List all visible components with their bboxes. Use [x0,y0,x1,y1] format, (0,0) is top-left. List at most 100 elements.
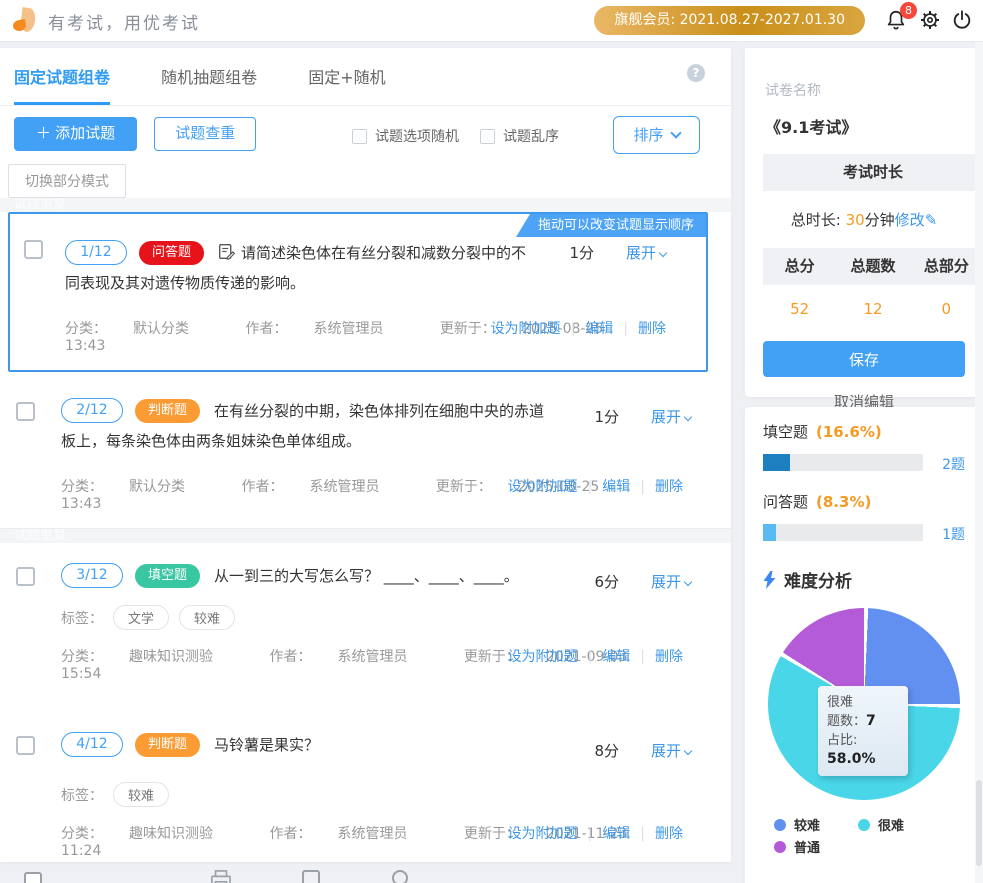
question-3-checkbox[interactable] [16,567,35,586]
notifications-button[interactable]: 8 [885,8,909,34]
notification-count-badge: 8 [900,2,917,19]
question-item-4[interactable]: 4/12判断题马铃薯是果实？ 8分 展开 标签：较难 分类：趣味知识测验 作者：… [0,712,731,862]
compose-mode-tabs: 固定试题组卷 随机抽题组卷 固定+随机 ? [0,48,731,106]
power-icon [951,8,973,32]
expand-link[interactable]: 展开 [651,571,691,592]
tooltip-series: 很难 [827,693,899,712]
note-edit-icon [218,243,235,260]
delete-link[interactable]: 删除 [655,479,683,495]
question-points: 6分 [594,571,619,592]
type-stat-fill-blank: 填空题(16.6%) 2题 [763,421,965,471]
lightning-icon [763,571,776,589]
expand-link[interactable]: 展开 [626,242,666,263]
type-count-link[interactable]: 1题 [942,524,965,544]
printer-icon[interactable] [210,870,232,883]
tag-pill: 较难 [113,782,169,807]
difficulty-pie-chart[interactable]: 很难 题数：7 占比: 58.0% [768,608,960,800]
option-random-checkbox-label: 试题选项随机 [352,126,459,146]
duration-line: 总时长: 30分钟修改✎ [745,209,983,230]
set-extra-link[interactable]: 设为附加题 [491,321,561,337]
question-actions: 设为附加题|编辑|删除 [491,318,666,338]
question-tags: 标签：文学较难 [61,605,707,630]
tab-random-questions[interactable]: 随机抽题组卷 [161,64,257,102]
difficulty-section-header: 难度分析 [763,567,983,592]
delete-link[interactable]: 删除 [638,321,666,337]
legend-item[interactable]: 普通 [774,838,858,860]
question-item-3[interactable]: 3/12 填空题从一到三的大写怎么写？ ____、____、____。 6分 展开… [0,543,731,698]
tooltip-count: 7 [866,713,876,729]
totals-header-row: 总分总题数总部分 [763,248,983,285]
tab-fixed-questions[interactable]: 固定试题组卷 [14,64,110,105]
question-2-checkbox[interactable] [16,402,35,421]
set-extra-link[interactable]: 设为附加题 [508,649,578,665]
legend-item[interactable]: 较难 [774,816,858,838]
paper-name-label: 试卷名称 [765,80,983,100]
edit-link[interactable]: 编辑 [585,321,613,337]
question-item-2[interactable]: 2/12判断题在有丝分裂的中期，染色体排列在细胞中央的赤道板上，每条染色体由两条… [0,378,731,528]
question-number[interactable]: 2/12 [61,398,123,423]
chevron-down-icon [684,413,692,421]
question-text: 从一到三的大写怎么写？ ____、____、____。 [214,567,519,585]
paper-settings-card: 试卷名称 《9.1考试》 考试时长 总时长: 30分钟修改✎ 总分总题数总部分 … [745,48,983,397]
logout-button[interactable] [951,8,975,34]
question-actions: 设为附加题|编辑|删除 [508,823,683,843]
tab-fixed-plus-random[interactable]: 固定+随机 [308,64,385,102]
edit-link[interactable]: 编辑 [602,826,630,842]
question-items: 试题重复 拖动可以改变试题显示顺序 1/12问答题请简述染色体在有丝分裂和减数分… [0,198,731,862]
circle-help-icon[interactable] [392,870,408,883]
page-scrollbar[interactable] [975,42,983,883]
pie-tooltip: 很难 题数：7 占比: 58.0% [818,686,908,776]
question-4-checkbox[interactable] [16,736,35,755]
question-points: 8分 [594,740,619,761]
question-number[interactable]: 1/12 [65,240,127,265]
sort-dropdown[interactable]: 排序 [613,116,700,154]
expand-link[interactable]: 展开 [651,406,691,427]
shuffle-checkbox-label: 试题乱序 [480,126,559,146]
shuffle-checkbox[interactable] [480,129,495,144]
edit-link[interactable]: 编辑 [602,479,630,495]
set-extra-link[interactable]: 设为附加题 [508,479,578,495]
progress-track [763,524,923,541]
delete-link[interactable]: 删除 [655,649,683,665]
total-score: 52 [763,285,836,333]
question-text: 请简述染色体在有丝分裂和减数分裂中的不同表现及其对遗传物质传递的影响。 [65,244,526,292]
edit-link[interactable]: 编辑 [602,649,630,665]
question-number[interactable]: 4/12 [61,732,123,757]
question-text: 在有丝分裂的中期，染色体排列在细胞中央的赤道板上，每条染色体由两条姐妹染色单体组… [61,402,544,450]
pie-legend: 较难 很难 普通 [774,816,954,860]
question-type-tag: 问答题 [139,241,204,265]
progress-track [763,454,923,471]
dup-check-button[interactable]: 试题查重 [154,117,256,151]
dup-watermark: 试题重复 [0,198,731,212]
totals-values-row: 52120 [763,285,983,333]
duration-value: 30 [846,211,865,229]
save-button[interactable]: 保存 [763,341,965,377]
question-item-1[interactable]: 拖动可以改变试题显示顺序 1/12问答题请简述染色体在有丝分裂和减数分裂中的不同… [8,212,708,372]
question-actions: 设为附加题|编辑|删除 [508,646,683,666]
question-number[interactable]: 3/12 [61,563,123,588]
question-points: 1分 [569,242,594,263]
legend-item[interactable]: 很难 [858,816,942,838]
select-all-checkbox[interactable] [24,872,42,883]
add-question-button[interactable]: ＋ 添加试题 [14,117,137,151]
box-icon[interactable] [302,870,320,883]
help-icon[interactable]: ? [687,64,705,82]
type-stat-qa: 问答题(8.3%) 1题 [763,491,965,541]
vip-membership-badge[interactable]: 旗舰会员: 2021.08.27-2027.01.30 [594,6,865,35]
scrollbar-thumb[interactable] [976,780,982,866]
tooltip-ratio: 58.0% [827,751,876,767]
analysis-card: 填空题(16.6%) 2题 问答题(8.3%) 1题 难度分析 很难 题数：7 … [745,407,983,883]
top-header: 有考试，用优考试 旗舰会员: 2021.08.27-2027.01.30 8 [0,0,983,42]
delete-link[interactable]: 删除 [655,826,683,842]
switch-section-mode-button[interactable]: 切换部分模式 [8,164,126,198]
app-logo-icon [12,7,40,35]
settings-button[interactable] [919,8,943,34]
modify-duration-link[interactable]: 修改✎ [895,211,938,229]
option-random-checkbox[interactable] [352,129,367,144]
type-count-link[interactable]: 2题 [942,454,965,474]
set-extra-link[interactable]: 设为附加题 [508,826,578,842]
question-1-checkbox[interactable] [24,240,43,259]
expand-link[interactable]: 展开 [651,740,691,761]
bottom-action-bar [0,868,731,883]
question-type-tag: 填空题 [135,564,200,588]
